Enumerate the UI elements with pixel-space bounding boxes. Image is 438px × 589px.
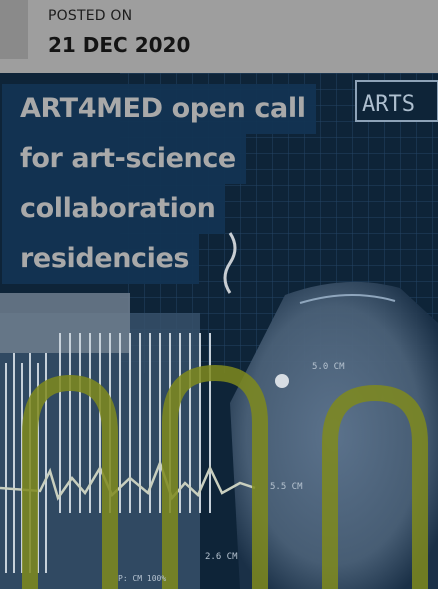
post-title-line[interactable]: residencies xyxy=(2,234,200,284)
meta-accent-bar xyxy=(0,0,28,59)
post-meta: POSTED ON 21 DEC 2020 xyxy=(0,0,438,73)
posted-on-label: POSTED ON xyxy=(48,8,133,24)
measure-label: 2.6 CM xyxy=(205,552,238,562)
featured-image[interactable]: ARTS 5.0 CM 5.5 CM 2.6 CM P: CM 100% ART… xyxy=(0,73,438,589)
artwork-overlay-text: ARTS xyxy=(362,92,415,117)
post-title-line[interactable]: collaboration xyxy=(2,184,226,234)
measure-label: 5.5 CM xyxy=(270,482,303,492)
measure-label: P: CM 100% xyxy=(118,574,166,583)
post-title-line[interactable]: ART4MED open call xyxy=(2,84,316,134)
post-date: 21 DEC 2020 xyxy=(48,33,191,57)
post-title-line[interactable]: for art-science xyxy=(2,134,246,184)
measure-label: 5.0 CM xyxy=(312,362,345,372)
